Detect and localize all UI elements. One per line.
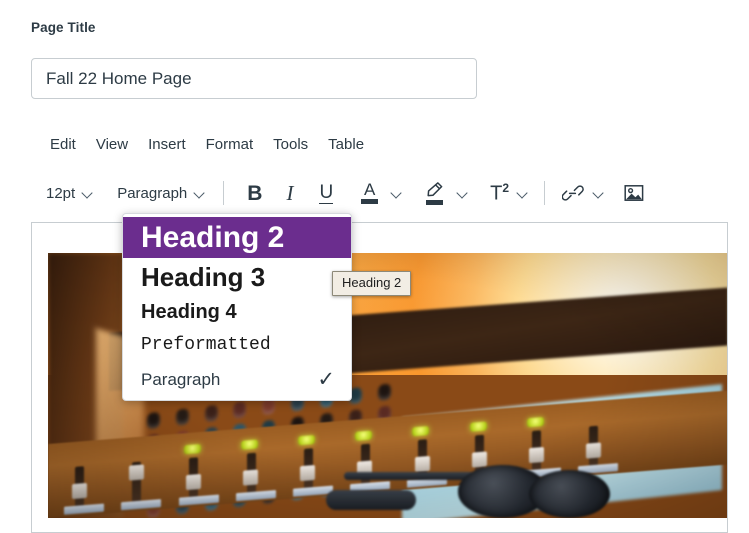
menu-item-edit[interactable]: Edit [40,134,86,155]
menu-item-tools[interactable]: Tools [263,134,318,155]
format-menu-item-label: Paragraph [141,369,221,389]
underline-icon: U [319,181,334,204]
format-menu-item-label: Heading 2 [141,221,285,254]
highlight-color-dropdown[interactable] [453,188,472,199]
block-format-dropdown[interactable]: Paragraph [111,179,211,207]
superscript-base: T [490,182,503,205]
link-icon [562,185,584,201]
highlight-color-button[interactable] [416,179,453,207]
text-color-icon: A [361,180,379,204]
chevron-down-icon [457,188,468,199]
highlight-color-swatch [426,199,444,205]
bold-button[interactable]: B [236,179,273,207]
menu-item-table[interactable]: Table [318,134,374,155]
italic-button[interactable]: I [273,179,306,207]
format-menu-item-label: Preformatted [141,335,271,356]
marker-pen-glyph [427,181,443,196]
format-menu-item[interactable]: Paragraph ✓ [123,363,351,396]
highlight-color-icon [425,181,444,205]
block-format-menu[interactable]: Heading 2 Heading 3 Heading 4 Preformatted P… [122,213,352,402]
font-size-dropdown[interactable]: 12pt [40,179,99,207]
italic-icon: I [286,180,294,205]
chevron-down-icon [391,188,402,199]
image-button[interactable] [620,179,648,207]
block-format-value: Paragraph [117,184,188,202]
superscript-icon: T2 [490,182,509,204]
menu-item-insert[interactable]: Insert [138,134,196,155]
editor-toolbar: 12pt Paragraph B I U A T2 [40,178,648,208]
text-color-letter: A [364,180,376,199]
format-menu-item[interactable]: Heading 3 [123,258,351,296]
format-menu-item[interactable]: Preformatted [123,329,351,363]
chevron-down-icon [593,188,604,199]
format-menu-item-label: Heading 4 [141,301,237,324]
chevron-down-icon [517,188,528,199]
text-color-dropdown[interactable] [387,188,406,199]
toolbar-divider [544,181,546,205]
editor-menubar: Edit View Insert Format Tools Table [40,134,374,155]
font-size-value: 12pt [46,184,76,202]
underline-button[interactable]: U [306,179,346,207]
link-dropdown[interactable] [589,188,608,199]
superscript-dropdown[interactable] [513,188,532,199]
check-icon: ✓ [317,368,335,392]
superscript-button[interactable]: T2 [482,179,513,207]
chevron-down-icon [194,188,205,199]
chevron-down-icon [82,188,93,199]
tooltip: Heading 2 [332,271,412,296]
text-color-swatch [361,199,379,204]
link-button[interactable] [557,179,589,207]
menu-item-view[interactable]: View [86,134,138,155]
menu-item-format[interactable]: Format [196,134,264,155]
format-menu-item[interactable]: Heading 4 [123,296,351,329]
superscript-exponent: 2 [502,181,510,196]
toolbar-divider [223,181,225,205]
bold-icon: B [247,181,263,205]
text-color-button[interactable]: A [346,179,387,207]
format-menu-item[interactable]: Heading 2 [123,217,351,258]
page-title-input[interactable] [31,58,477,99]
page-title-label: Page Title [31,20,96,35]
format-menu-item-label: Heading 3 [141,262,266,292]
image-icon [624,185,644,201]
